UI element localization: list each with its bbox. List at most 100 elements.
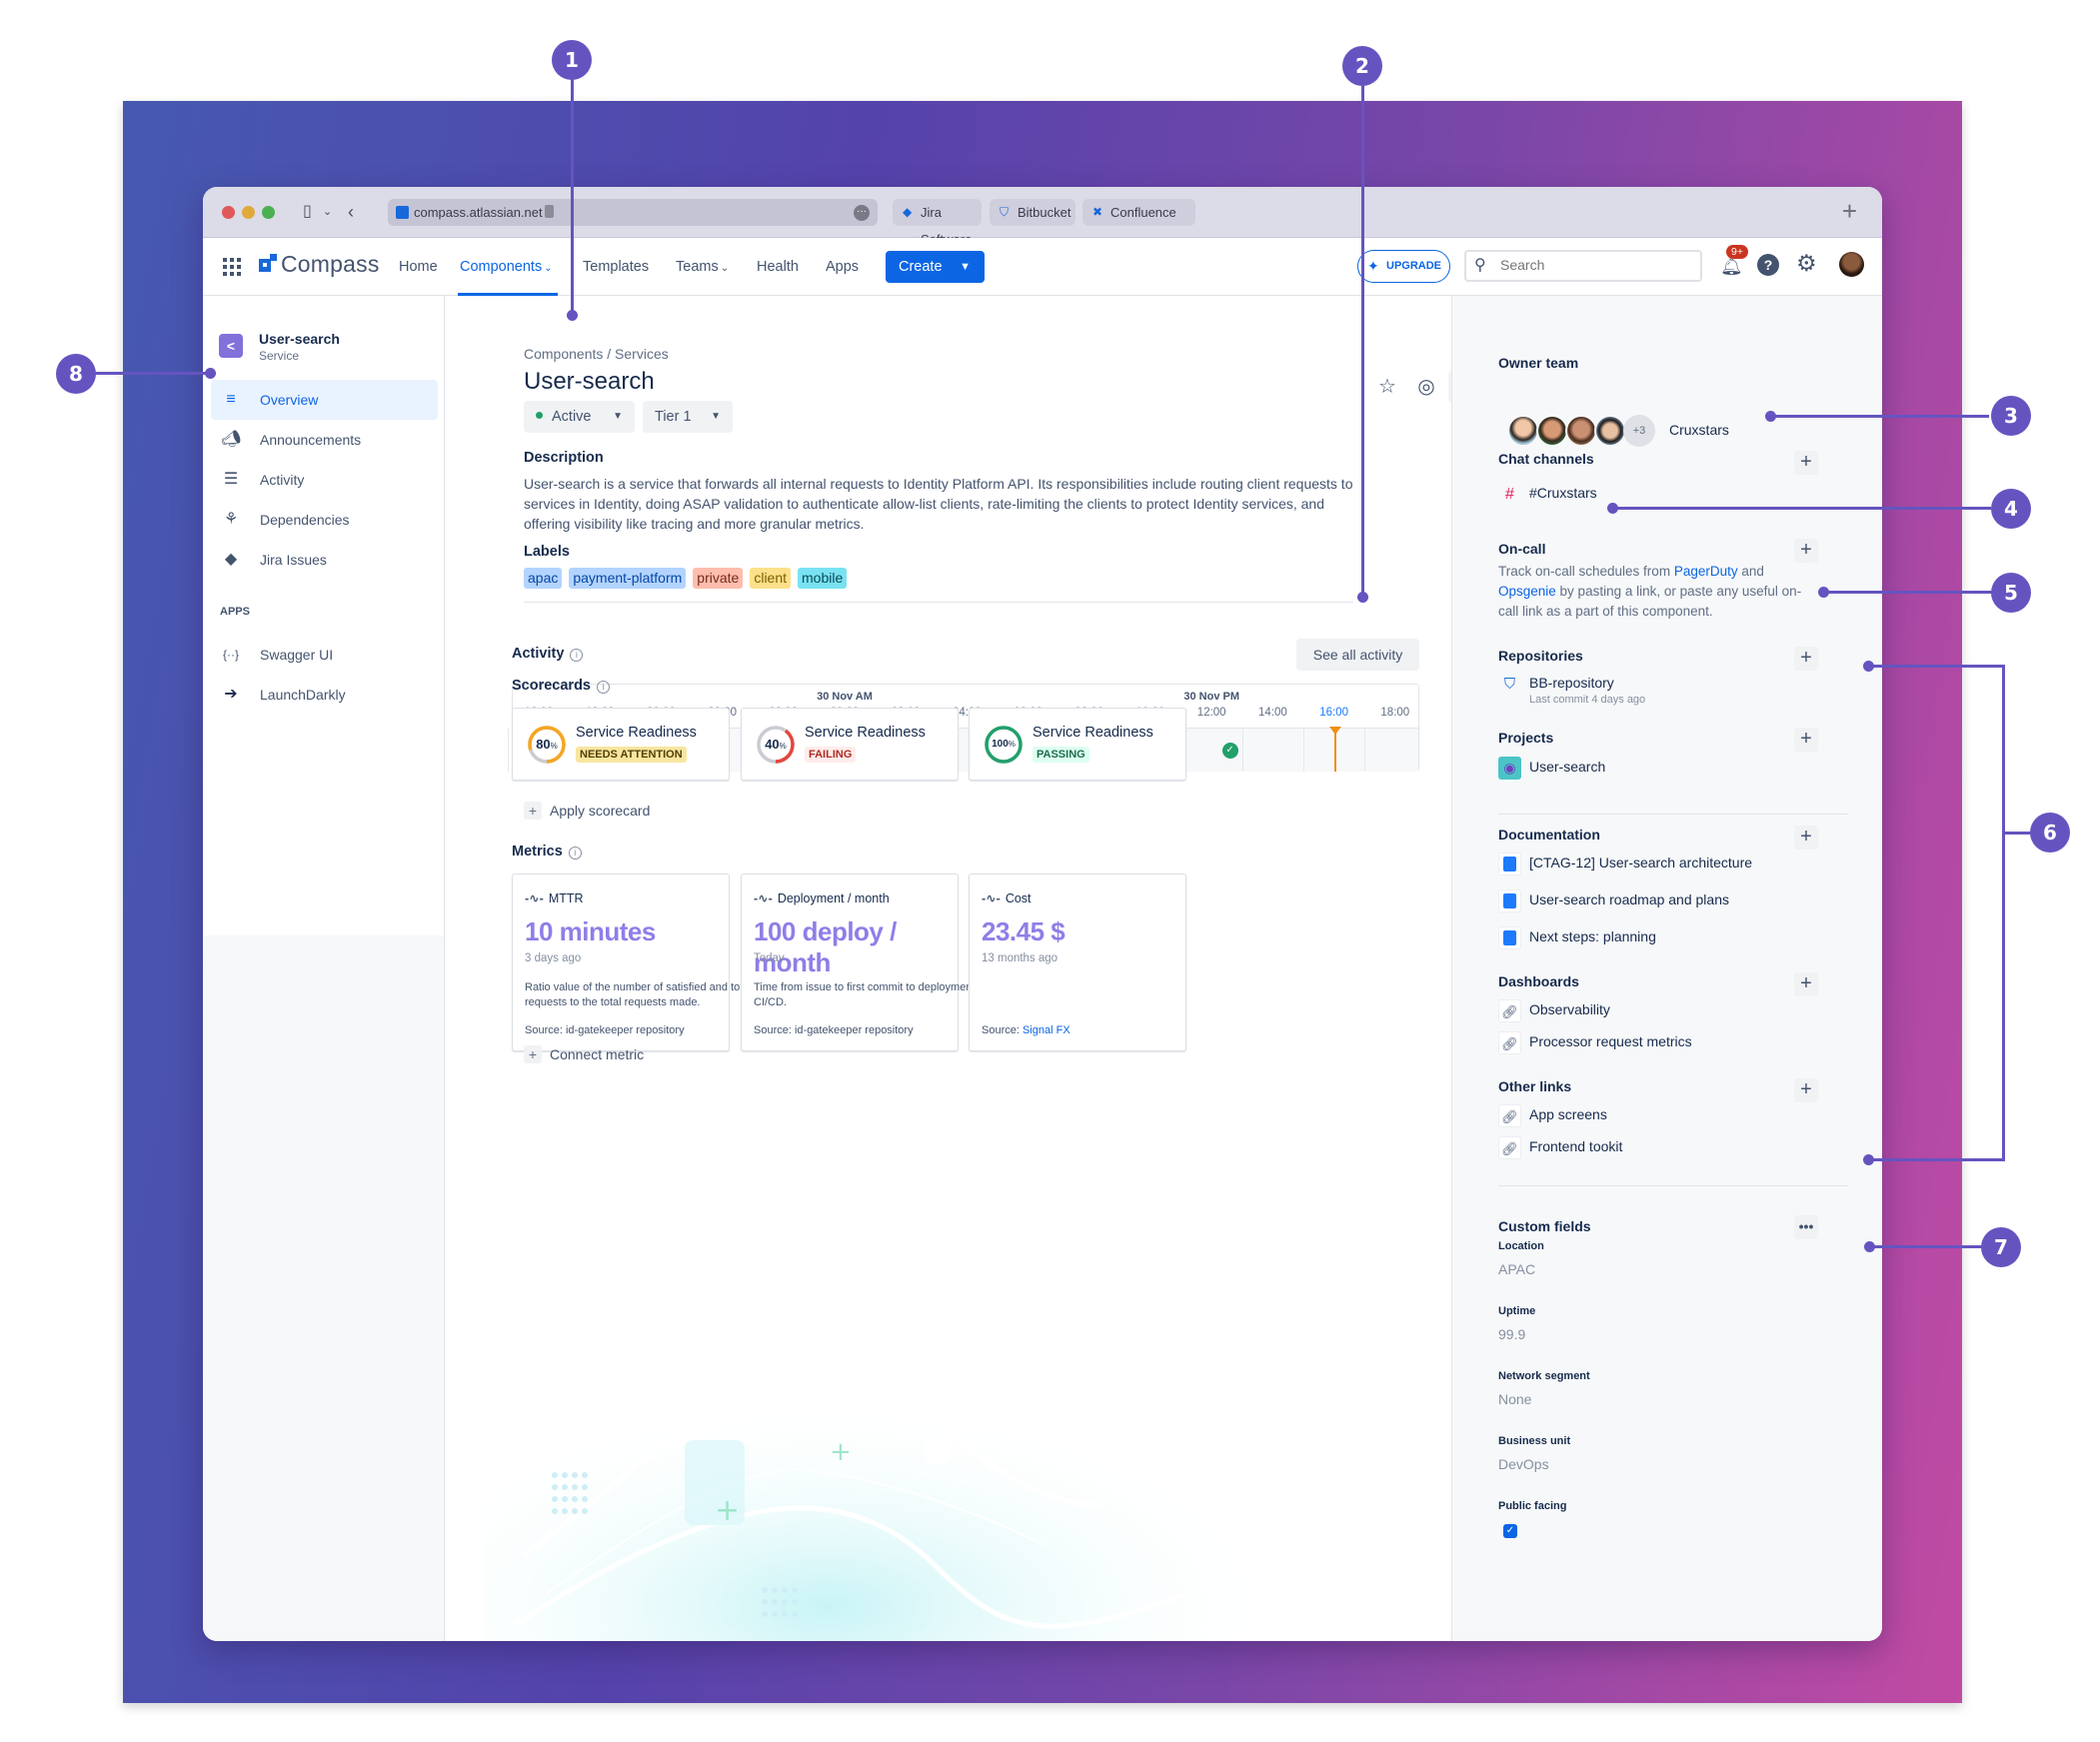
label-tag[interactable]: payment-platform <box>569 568 687 589</box>
settings-gear-icon[interactable]: ⚙ <box>1796 250 1817 277</box>
star-icon[interactable]: ☆ <box>1371 371 1403 403</box>
info-icon[interactable]: i <box>597 681 610 694</box>
sidebar-item-overview[interactable]: ≡ Overview <box>211 380 438 420</box>
sidebar-toggle-icon[interactable]: ▯ <box>303 201 312 223</box>
help-icon[interactable]: ? <box>1757 254 1779 276</box>
team-member-avatar[interactable] <box>1594 415 1626 447</box>
browser-tab[interactable]: ◆ Jira Software <box>893 199 982 247</box>
callout-leader-line <box>1867 1158 2005 1161</box>
add-repository-button[interactable]: + <box>1794 647 1818 671</box>
sidebar-item-jira-issues[interactable]: ◆ Jira Issues <box>211 540 438 580</box>
user-avatar[interactable] <box>1839 252 1864 277</box>
project-link[interactable]: ◉ User-search <box>1498 756 1605 780</box>
section-divider <box>524 602 1353 603</box>
more-icon[interactable]: ··· <box>854 205 870 221</box>
callout-leader-line <box>1868 1245 1983 1248</box>
metric-name: MTTR <box>548 891 584 905</box>
owner-team-name[interactable]: Cruxstars <box>1669 422 1729 438</box>
custom-fields-more-icon[interactable]: ••• <box>1794 1215 1818 1239</box>
label-tag[interactable]: client <box>750 568 792 589</box>
product-name[interactable]: Compass <box>281 251 380 278</box>
dashboard-link[interactable]: 🔗︎ Observability <box>1498 998 1610 1022</box>
metric-source-link[interactable]: Signal FX <box>1023 1024 1070 1036</box>
sidebar-item-dependencies[interactable]: ⚘ Dependencies <box>211 500 438 540</box>
info-icon[interactable]: i <box>568 847 582 860</box>
info-icon[interactable]: i <box>570 649 584 662</box>
apply-scorecard-button[interactable]: + Apply scorecard <box>524 802 650 820</box>
notifications-icon[interactable]: 🔔︎ <box>1720 256 1743 277</box>
label-tag[interactable]: apac <box>524 568 563 589</box>
connect-metric-button[interactable]: + Connect metric <box>524 1045 644 1063</box>
pagerduty-link[interactable]: PagerDuty <box>1674 564 1738 579</box>
nav-link-label: Components <box>460 259 543 275</box>
more-members-count[interactable]: +3 <box>1623 415 1655 447</box>
nav-templates[interactable]: Templates <box>583 257 649 277</box>
service-component-icon: < <box>219 334 243 358</box>
sidebar-item-swagger-ui[interactable]: {··} Swagger UI <box>211 635 438 675</box>
metrics-heading-text: Metrics <box>512 844 563 860</box>
metric-card[interactable]: -∿- Cost 23.45 $ 13 months ago Source: Si… <box>969 873 1186 1051</box>
app-switcher-icon[interactable] <box>223 258 241 276</box>
documentation-link[interactable]: User-search roadmap and plans <box>1498 888 1729 912</box>
timeline-event-deployment-success-icon[interactable]: ✓ <box>1221 743 1238 759</box>
opsgenie-link[interactable]: Opsgenie <box>1498 584 1556 599</box>
other-link[interactable]: 🔗︎ App screens <box>1498 1103 1607 1127</box>
documentation-link[interactable]: [CTAG-12] User-search architecture <box>1498 852 1752 875</box>
maximize-window-button[interactable] <box>262 206 275 219</box>
minimize-window-button[interactable] <box>242 206 255 219</box>
label-tag[interactable]: mobile <box>798 568 848 589</box>
on-call-text: and <box>1737 564 1764 579</box>
sidebar-item-announcements[interactable]: 📣︎ Announcements <box>211 420 438 460</box>
team-member-avatar[interactable] <box>1536 415 1568 447</box>
sidebar-item-launchdarkly[interactable]: ➔ LaunchDarkly <box>211 675 438 715</box>
metric-card[interactable]: -∿- Deployment / month 100 deploy / month… <box>741 873 1024 1051</box>
new-tab-button[interactable]: + <box>1842 196 1857 226</box>
browser-tab[interactable]: ⛉ Bitbucket <box>990 199 1075 226</box>
scorecard-card[interactable]: 100% Service Readiness PASSING <box>969 708 1186 781</box>
nav-home[interactable]: Home <box>399 257 438 277</box>
add-project-button[interactable]: + <box>1794 728 1818 752</box>
add-other-link-button[interactable]: + <box>1794 1078 1818 1102</box>
public-facing-checkbox[interactable]: ✓ <box>1503 1524 1517 1538</box>
label-tag[interactable]: private <box>693 568 744 589</box>
chat-channel-link[interactable]: # #Cruxstars <box>1498 482 1597 506</box>
breadcrumb[interactable]: Components / Services <box>524 346 669 362</box>
metric-updated: 3 days ago <box>525 952 582 964</box>
browser-tab[interactable]: ✖ Confluence <box>1082 199 1195 226</box>
upgrade-button[interactable]: ✦ UPGRADE <box>1357 250 1450 283</box>
dashboard-link[interactable]: 🔗︎ Processor request metrics <box>1498 1030 1692 1054</box>
documentation-link[interactable]: Next steps: planning <box>1498 925 1656 949</box>
repository-link[interactable]: ⛉ BB-repository <box>1498 672 1614 696</box>
add-dashboard-button[interactable]: + <box>1794 972 1818 996</box>
add-on-call-button[interactable]: + <box>1794 539 1818 563</box>
search-box[interactable]: ⚲ <box>1464 250 1702 282</box>
nav-teams[interactable]: Teams ⌄ <box>676 257 729 279</box>
tier-dropdown[interactable]: Tier 1 ▼ <box>643 401 733 433</box>
team-member-avatar[interactable] <box>1565 415 1597 447</box>
scorecard-card[interactable]: 40% Service Readiness FAILING <box>741 708 959 781</box>
metric-card[interactable]: -∿- MTTR 10 minutes 3 days ago Ratio valu… <box>512 873 776 1051</box>
nav-health[interactable]: Health <box>757 257 799 277</box>
sidebar-item-activity[interactable]: ☰ Activity <box>211 460 438 500</box>
metric-source-name: id-gatekeeper repository <box>794 1024 914 1036</box>
add-chat-channel-button[interactable]: + <box>1794 451 1818 475</box>
team-member-avatar[interactable] <box>1507 415 1539 447</box>
nav-components[interactable]: Components ⌄ <box>460 257 553 279</box>
add-documentation-button[interactable]: + <box>1794 826 1818 850</box>
back-icon[interactable]: ‹ <box>348 201 354 223</box>
chevron-down-icon[interactable]: ⌄ <box>323 201 332 223</box>
dashboard-title: Observability <box>1529 1001 1610 1017</box>
scorecard-card[interactable]: 80% Service Readiness NEEDS ATTENTION <box>512 708 730 781</box>
address-bar[interactable]: compass.atlassian.net ··· <box>388 199 878 226</box>
create-button[interactable]: Create ▼ <box>886 251 985 283</box>
search-input[interactable] <box>1500 257 1690 273</box>
dependencies-icon: ⚘ <box>223 511 239 528</box>
component-name: User-search <box>259 331 340 347</box>
other-link[interactable]: 🔗︎ Frontend tookit <box>1498 1135 1622 1159</box>
nav-apps[interactable]: Apps <box>826 257 859 277</box>
scorecard-score: 80% <box>536 737 558 752</box>
see-all-activity-button[interactable]: See all activity <box>1296 639 1419 671</box>
status-dropdown[interactable]: Active ▼ <box>524 401 635 433</box>
watch-eye-icon[interactable]: ◎ <box>1410 371 1442 403</box>
close-window-button[interactable] <box>222 206 235 219</box>
